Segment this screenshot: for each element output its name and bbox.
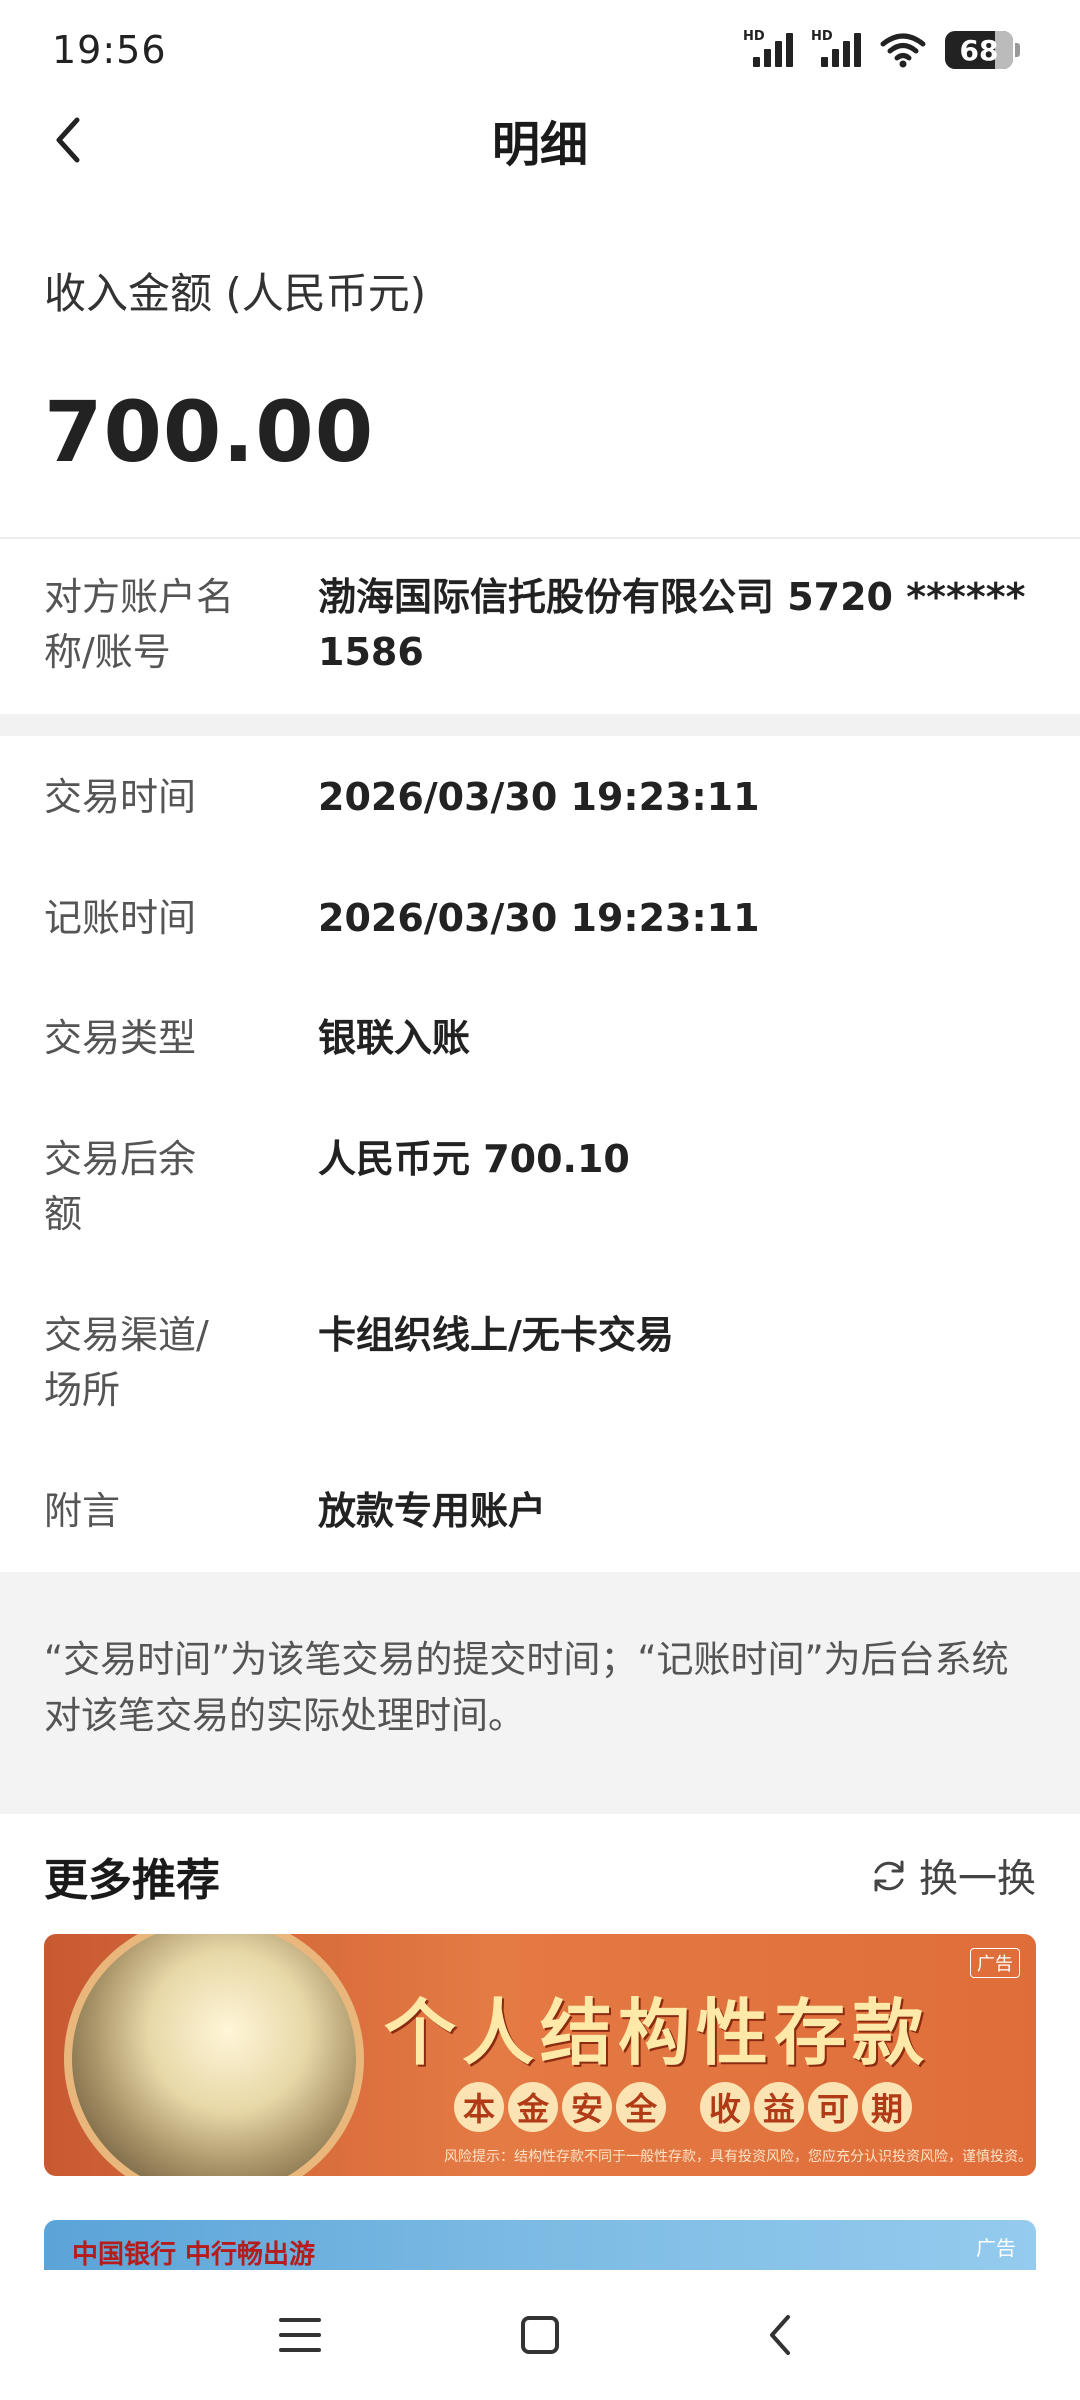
row-value: 放款专用账户 — [318, 1489, 547, 1533]
back-arrow-icon — [770, 2315, 790, 2355]
row-label: 交易类型 — [44, 1016, 197, 1060]
pill: 益 — [754, 2082, 804, 2132]
detail-row-balance: 交易后余额 人民币元 700.10 — [44, 1132, 1044, 1242]
amount-value: 700.00 — [44, 383, 375, 481]
structured-deposit-banner[interactable]: 个人结构性存款 本 金 安 全 收 益 可 期 风险提示：结构性存款不同于一般性… — [44, 1934, 1036, 2176]
note-text: “交易时间”为该笔交易的提交时间；“记账时间”为后台系统对该笔交易的实际处理时间… — [44, 1638, 1009, 1737]
ad-tag: 广告 — [970, 1948, 1020, 1978]
pill: 全 — [616, 2082, 666, 2132]
ad-tag: 广告 — [976, 2236, 1016, 2260]
divider — [0, 537, 1080, 539]
battery-icon: 68 — [945, 31, 1020, 69]
row-label: 交易时间 — [44, 775, 197, 819]
counterparty-row: 对方账户名称/账号 渤海国际信托股份有限公司 5720 ****** 1586 — [44, 570, 1044, 680]
pill: 收 — [700, 2082, 750, 2132]
signal-icon: HD — [743, 29, 793, 67]
pill: 期 — [862, 2082, 912, 2132]
banner2-logo: 中国银行 中行畅出游 — [72, 2240, 316, 2270]
amount-section: 收入金额 (人民币元) 700.00 — [44, 260, 426, 481]
row-value: 人民币元 700.10 — [318, 1137, 630, 1181]
system-nav-bar — [0, 2270, 1080, 2400]
counterparty-value: 渤海国际信托股份有限公司 5720 ****** 1586 — [318, 575, 1026, 674]
pill: 本 — [454, 2082, 504, 2132]
detail-row-trade-type: 交易类型 银联入账 — [44, 1011, 1044, 1066]
travel-banner[interactable]: 中国银行 中行畅出游 广告 — [44, 2220, 1036, 2270]
more-title: 更多推荐 — [44, 1855, 220, 1906]
status-icons: HD HD 68 — [743, 29, 1020, 69]
pill-group: 本 金 安 全 — [454, 2082, 666, 2132]
banner-title: 个人结构性存款 — [384, 1990, 931, 2075]
pill-group: 收 益 可 期 — [700, 2082, 912, 2132]
status-bar: 19:56 HD HD 68 — [0, 0, 1080, 100]
landscape-image — [64, 1934, 364, 2176]
page-title: 明细 — [491, 117, 588, 173]
row-value: 2026/03/30 19:23:11 — [318, 775, 760, 819]
nav-bar: 明细 — [0, 100, 1080, 180]
row-label: 附言 — [44, 1489, 121, 1533]
back-button[interactable] — [40, 112, 96, 168]
row-label: 记账时间 — [44, 896, 197, 940]
menu-button[interactable] — [270, 2305, 330, 2365]
note-box: “交易时间”为该笔交易的提交时间；“记账时间”为后台系统对该笔交易的实际处理时间… — [0, 1572, 1080, 1814]
detail-row-booking-time: 记账时间 2026/03/30 19:23:11 — [44, 891, 1044, 946]
battery-level: 68 — [959, 33, 999, 67]
pill: 安 — [562, 2082, 612, 2132]
banner-subtitle: 本 金 安 全 收 益 可 期 — [454, 2082, 912, 2132]
pill: 可 — [808, 2082, 858, 2132]
row-value: 卡组织线上/无卡交易 — [318, 1313, 674, 1357]
row-label: 交易后余额 — [44, 1137, 197, 1236]
section-divider — [0, 714, 1080, 736]
amount-label: 收入金额 (人民币元) — [44, 269, 427, 318]
row-label: 交易渠道/场所 — [44, 1313, 209, 1412]
counterparty-label: 对方账户名称/账号 — [44, 575, 235, 674]
hd-label: HD — [743, 29, 765, 44]
home-button[interactable] — [510, 2305, 570, 2365]
system-back-button[interactable] — [750, 2305, 810, 2365]
chevron-left-icon — [56, 117, 80, 163]
wifi-icon — [879, 32, 927, 68]
refresh-button[interactable]: 换一换 — [869, 1848, 1036, 1904]
status-time: 19:56 — [52, 28, 167, 72]
refresh-label: 换一换 — [918, 1857, 1036, 1902]
detail-row-remark: 附言 放款专用账户 — [44, 1484, 1044, 1539]
hd-label: HD — [811, 29, 833, 44]
detail-row-trade-time: 交易时间 2026/03/30 19:23:11 — [44, 770, 1044, 825]
home-square-icon — [521, 2316, 559, 2354]
detail-row-channel: 交易渠道/场所 卡组织线上/无卡交易 — [44, 1308, 1044, 1418]
more-header: 更多推荐 换一换 — [44, 1844, 1036, 1908]
refresh-icon — [874, 1860, 904, 1892]
menu-icon — [279, 2318, 321, 2352]
pill: 金 — [508, 2082, 558, 2132]
row-value: 2026/03/30 19:23:11 — [318, 896, 760, 940]
banner-risk-text: 风险提示：结构性存款不同于一般性存款，具有投资风险，您应充分认识投资风险，谨慎投… — [444, 2149, 1032, 2165]
signal-icon: HD — [811, 29, 861, 67]
row-value: 银联入账 — [318, 1016, 471, 1060]
